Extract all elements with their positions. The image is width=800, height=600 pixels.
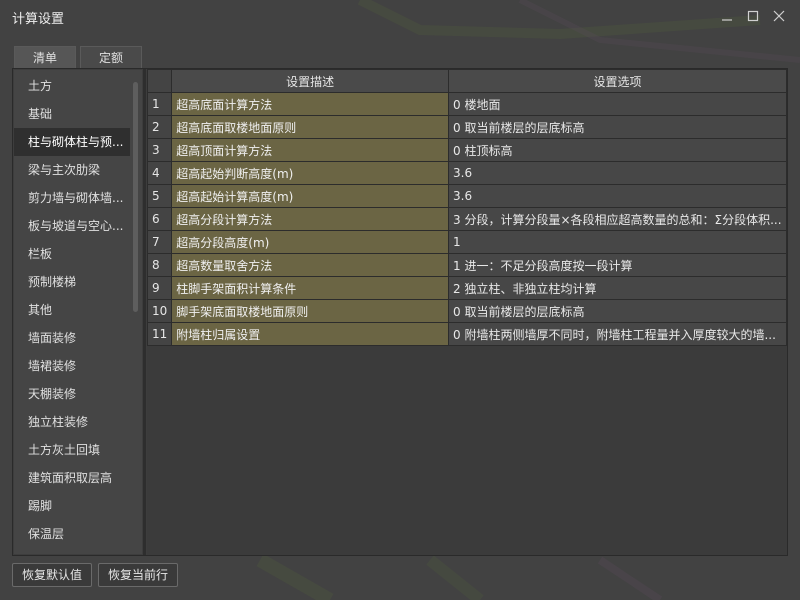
table-row[interactable]: 10 脚手架底面取楼地面原则 0 取当前楼层的层底标高 [146, 299, 787, 323]
row-number: 6 [146, 207, 173, 231]
table-row[interactable]: 5 超高起始计算高度(m) 3.6 [146, 184, 787, 208]
sidebar-item[interactable]: 其他 [14, 296, 130, 324]
table-row[interactable]: 2 超高底面取楼地面原则 0 取当前楼层的层底标高 [146, 115, 787, 139]
sidebar-item[interactable]: 保温层 [14, 520, 130, 548]
sidebar-item[interactable]: 剪力墙与砌体墙... [14, 184, 130, 212]
row-number: 9 [146, 276, 173, 300]
table-row[interactable]: 11 附墙柱归属设置 0 附墙柱两侧墙厚不同时，附墙柱工程量并入厚度较大的墙... [146, 322, 787, 346]
column-header-desc[interactable]: 设置描述 [171, 69, 449, 93]
tab-qingdan[interactable]: 清单 [14, 46, 76, 68]
sidebar-item[interactable]: 天棚装修 [14, 380, 130, 408]
setting-option[interactable]: 0 取当前楼层的层底标高 [448, 115, 787, 139]
setting-description: 超高底面取楼地面原则 [171, 115, 449, 139]
category-sidebar: 土方 基础 柱与砌体柱与预... 梁与主次肋梁 剪力墙与砌体墙... 板与坡道与空心...… [14, 70, 142, 554]
table-row[interactable]: 6 超高分段计算方法 3 分段，计算分段量×各段相应超高数量的总和：Σ分段体积... [146, 207, 787, 231]
restore-default-button[interactable]: 恢复默认值 [12, 563, 92, 587]
content-frame: 土方 基础 柱与砌体柱与预... 梁与主次肋梁 剪力墙与砌体墙... 板与坡道与空心...… [12, 68, 788, 556]
setting-description: 超高起始判断高度(m) [171, 161, 449, 185]
column-header-option[interactable]: 设置选项 [448, 69, 787, 93]
table-row[interactable]: 8 超高数量取舍方法 1 进一：不足分段高度按一段计算 [146, 253, 787, 277]
setting-description: 超高分段计算方法 [171, 207, 449, 231]
row-number: 1 [146, 92, 173, 116]
tab-dinge[interactable]: 定额 [80, 46, 142, 68]
row-number: 7 [146, 230, 173, 254]
setting-description: 超高起始计算高度(m) [171, 184, 449, 208]
sidebar-item[interactable]: 栏板 [14, 240, 130, 268]
table-row[interactable]: 9 柱脚手架面积计算条件 2 独立柱、非独立柱均计算 [146, 276, 787, 300]
calc-settings-window: 计算设置 清单 定额 土方 基础 柱与砌体柱与预... 梁与主次肋梁 剪力墙与砌体墙..… [0, 0, 800, 600]
row-number: 2 [146, 115, 173, 139]
minimize-button[interactable] [716, 6, 738, 26]
setting-description: 附墙柱归属设置 [171, 322, 449, 346]
sidebar-item[interactable]: 土方 [14, 72, 130, 100]
restore-current-row-button[interactable]: 恢复当前行 [98, 563, 178, 587]
setting-option[interactable]: 0 柱顶标高 [448, 138, 787, 162]
setting-option[interactable]: 2 独立柱、非独立柱均计算 [448, 276, 787, 300]
sidebar-item[interactable]: 基础 [14, 100, 130, 128]
row-number: 4 [146, 161, 173, 185]
minimize-icon [722, 19, 732, 21]
row-number: 5 [146, 184, 173, 208]
setting-option[interactable]: 1 [448, 230, 787, 254]
setting-option[interactable]: 3.6 [448, 161, 787, 185]
setting-description: 脚手架底面取楼地面原则 [171, 299, 449, 323]
settings-table-area: 设置描述 设置选项 1 超高底面计算方法 0 楼地面 2 超高底面取楼地面原则 0 取当前… [146, 69, 787, 555]
table-corner [146, 69, 173, 93]
row-number: 10 [146, 299, 173, 323]
setting-description: 超高数量取舍方法 [171, 253, 449, 277]
title-bar: 计算设置 [0, 0, 800, 34]
close-button[interactable] [768, 6, 790, 26]
panel-splitter[interactable] [143, 69, 146, 555]
setting-description: 超高底面计算方法 [171, 92, 449, 116]
row-number: 11 [146, 322, 173, 346]
table-row[interactable]: 3 超高顶面计算方法 0 柱顶标高 [146, 138, 787, 162]
setting-option[interactable]: 1 进一：不足分段高度按一段计算 [448, 253, 787, 277]
sidebar-item[interactable]: 独立柱装修 [14, 408, 130, 436]
sidebar-item[interactable]: 墙裙装修 [14, 352, 130, 380]
settings-table: 设置描述 设置选项 1 超高底面计算方法 0 楼地面 2 超高底面取楼地面原则 0 取当前… [146, 69, 787, 346]
sidebar-item[interactable]: 柱与砌体柱与预... [14, 128, 130, 156]
setting-option[interactable]: 3 分段，计算分段量×各段相应超高数量的总和：Σ分段体积... [448, 207, 787, 231]
maximize-icon [747, 10, 759, 22]
window-title: 计算设置 [12, 12, 65, 27]
sidebar-item[interactable]: 土方灰土回填 [14, 436, 130, 464]
setting-option[interactable]: 0 附墙柱两侧墙厚不同时，附墙柱工程量并入厚度较大的墙... [448, 322, 787, 346]
row-number: 3 [146, 138, 173, 162]
setting-description: 柱脚手架面积计算条件 [171, 276, 449, 300]
maximize-button[interactable] [742, 6, 764, 26]
setting-option[interactable]: 3.6 [448, 184, 787, 208]
sidebar-item[interactable]: 踢脚 [14, 492, 130, 520]
sidebar-scrollbar[interactable] [133, 82, 138, 312]
sidebar-item[interactable]: 梁与主次肋梁 [14, 156, 130, 184]
setting-option[interactable]: 0 取当前楼层的层底标高 [448, 299, 787, 323]
close-icon [773, 10, 785, 22]
table-row[interactable]: 7 超高分段高度(m) 1 [146, 230, 787, 254]
table-row[interactable]: 4 超高起始判断高度(m) 3.6 [146, 161, 787, 185]
sidebar-item[interactable]: 预制楼梯 [14, 268, 130, 296]
setting-option[interactable]: 0 楼地面 [448, 92, 787, 116]
setting-description: 超高顶面计算方法 [171, 138, 449, 162]
sidebar-item[interactable]: 墙面装修 [14, 324, 130, 352]
setting-description: 超高分段高度(m) [171, 230, 449, 254]
table-row[interactable]: 1 超高底面计算方法 0 楼地面 [146, 92, 787, 116]
row-number: 8 [146, 253, 173, 277]
sidebar-item[interactable]: 板与坡道与空心... [14, 212, 130, 240]
sidebar-item[interactable]: 建筑面积取层高 [14, 464, 130, 492]
